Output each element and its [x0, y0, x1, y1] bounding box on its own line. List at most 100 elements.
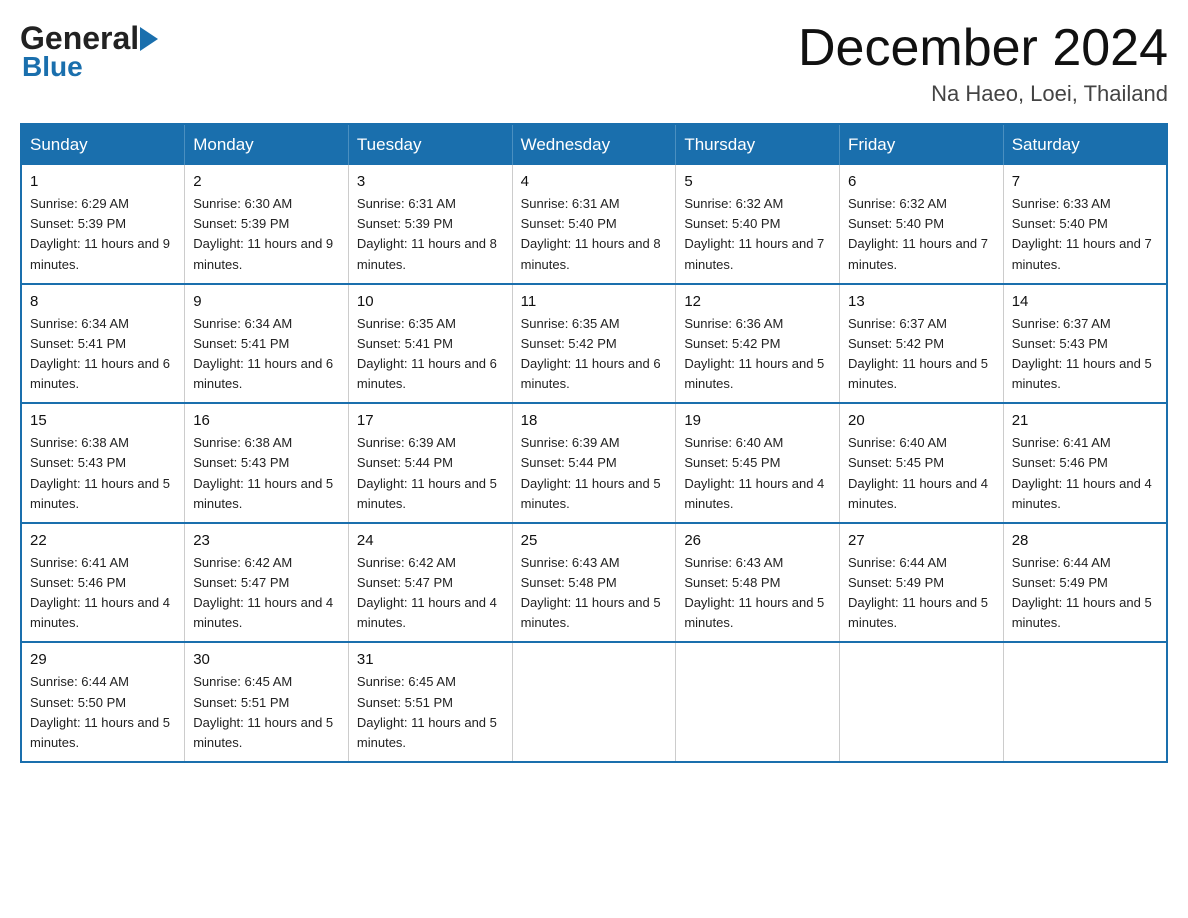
calendar-day-cell: 9 Sunrise: 6:34 AM Sunset: 5:41 PM Dayli…: [185, 284, 349, 404]
day-number: 15: [30, 412, 176, 429]
day-number: 3: [357, 173, 504, 190]
calendar-day-cell: 8 Sunrise: 6:34 AM Sunset: 5:41 PM Dayli…: [21, 284, 185, 404]
day-info: Sunrise: 6:30 AM Sunset: 5:39 PM Dayligh…: [193, 194, 340, 275]
calendar-day-cell: 14 Sunrise: 6:37 AM Sunset: 5:43 PM Dayl…: [1003, 284, 1167, 404]
day-info: Sunrise: 6:44 AM Sunset: 5:49 PM Dayligh…: [1012, 553, 1158, 634]
calendar-week-row: 15 Sunrise: 6:38 AM Sunset: 5:43 PM Dayl…: [21, 403, 1167, 523]
day-number: 29: [30, 651, 176, 668]
calendar-day-cell: 29 Sunrise: 6:44 AM Sunset: 5:50 PM Dayl…: [21, 642, 185, 762]
day-info: Sunrise: 6:36 AM Sunset: 5:42 PM Dayligh…: [684, 314, 831, 395]
calendar-day-cell: 13 Sunrise: 6:37 AM Sunset: 5:42 PM Dayl…: [840, 284, 1004, 404]
calendar-day-cell: 3 Sunrise: 6:31 AM Sunset: 5:39 PM Dayli…: [348, 165, 512, 284]
day-number: 1: [30, 173, 176, 190]
day-number: 22: [30, 532, 176, 549]
calendar-day-cell: 11 Sunrise: 6:35 AM Sunset: 5:42 PM Dayl…: [512, 284, 676, 404]
calendar-day-cell: 26 Sunrise: 6:43 AM Sunset: 5:48 PM Dayl…: [676, 523, 840, 643]
day-info: Sunrise: 6:42 AM Sunset: 5:47 PM Dayligh…: [357, 553, 504, 634]
day-info: Sunrise: 6:37 AM Sunset: 5:43 PM Dayligh…: [1012, 314, 1158, 395]
logo: General Blue: [20, 20, 161, 83]
day-number: 6: [848, 173, 995, 190]
calendar-table: SundayMondayTuesdayWednesdayThursdayFrid…: [20, 123, 1168, 763]
day-number: 9: [193, 293, 340, 310]
calendar-day-cell: 25 Sunrise: 6:43 AM Sunset: 5:48 PM Dayl…: [512, 523, 676, 643]
day-number: 24: [357, 532, 504, 549]
calendar-day-cell: 24 Sunrise: 6:42 AM Sunset: 5:47 PM Dayl…: [348, 523, 512, 643]
day-number: 19: [684, 412, 831, 429]
day-info: Sunrise: 6:39 AM Sunset: 5:44 PM Dayligh…: [357, 433, 504, 514]
day-info: Sunrise: 6:43 AM Sunset: 5:48 PM Dayligh…: [684, 553, 831, 634]
calendar-header-row: SundayMondayTuesdayWednesdayThursdayFrid…: [21, 124, 1167, 165]
day-number: 5: [684, 173, 831, 190]
calendar-week-row: 29 Sunrise: 6:44 AM Sunset: 5:50 PM Dayl…: [21, 642, 1167, 762]
day-info: Sunrise: 6:41 AM Sunset: 5:46 PM Dayligh…: [1012, 433, 1158, 514]
calendar-day-cell: 7 Sunrise: 6:33 AM Sunset: 5:40 PM Dayli…: [1003, 165, 1167, 284]
day-number: 2: [193, 173, 340, 190]
calendar-day-cell: 5 Sunrise: 6:32 AM Sunset: 5:40 PM Dayli…: [676, 165, 840, 284]
day-number: 18: [521, 412, 668, 429]
title-area: December 2024 Na Haeo, Loei, Thailand: [798, 20, 1168, 107]
calendar-day-cell: 15 Sunrise: 6:38 AM Sunset: 5:43 PM Dayl…: [21, 403, 185, 523]
day-of-week-header: Saturday: [1003, 124, 1167, 165]
day-info: Sunrise: 6:32 AM Sunset: 5:40 PM Dayligh…: [684, 194, 831, 275]
day-info: Sunrise: 6:44 AM Sunset: 5:50 PM Dayligh…: [30, 672, 176, 753]
day-number: 30: [193, 651, 340, 668]
calendar-day-cell: 23 Sunrise: 6:42 AM Sunset: 5:47 PM Dayl…: [185, 523, 349, 643]
day-number: 16: [193, 412, 340, 429]
day-info: Sunrise: 6:42 AM Sunset: 5:47 PM Dayligh…: [193, 553, 340, 634]
calendar-day-cell: 17 Sunrise: 6:39 AM Sunset: 5:44 PM Dayl…: [348, 403, 512, 523]
day-info: Sunrise: 6:38 AM Sunset: 5:43 PM Dayligh…: [193, 433, 340, 514]
day-info: Sunrise: 6:35 AM Sunset: 5:41 PM Dayligh…: [357, 314, 504, 395]
day-number: 7: [1012, 173, 1158, 190]
calendar-day-cell: 10 Sunrise: 6:35 AM Sunset: 5:41 PM Dayl…: [348, 284, 512, 404]
day-number: 27: [848, 532, 995, 549]
day-info: Sunrise: 6:45 AM Sunset: 5:51 PM Dayligh…: [193, 672, 340, 753]
day-info: Sunrise: 6:40 AM Sunset: 5:45 PM Dayligh…: [684, 433, 831, 514]
calendar-day-cell: [676, 642, 840, 762]
calendar-day-cell: 31 Sunrise: 6:45 AM Sunset: 5:51 PM Dayl…: [348, 642, 512, 762]
day-number: 10: [357, 293, 504, 310]
day-info: Sunrise: 6:40 AM Sunset: 5:45 PM Dayligh…: [848, 433, 995, 514]
calendar-week-row: 1 Sunrise: 6:29 AM Sunset: 5:39 PM Dayli…: [21, 165, 1167, 284]
day-info: Sunrise: 6:29 AM Sunset: 5:39 PM Dayligh…: [30, 194, 176, 275]
page-header: General Blue December 2024 Na Haeo, Loei…: [20, 20, 1168, 107]
calendar-day-cell: 19 Sunrise: 6:40 AM Sunset: 5:45 PM Dayl…: [676, 403, 840, 523]
day-number: 13: [848, 293, 995, 310]
day-of-week-header: Thursday: [676, 124, 840, 165]
calendar-day-cell: 28 Sunrise: 6:44 AM Sunset: 5:49 PM Dayl…: [1003, 523, 1167, 643]
calendar-day-cell: 4 Sunrise: 6:31 AM Sunset: 5:40 PM Dayli…: [512, 165, 676, 284]
day-info: Sunrise: 6:43 AM Sunset: 5:48 PM Dayligh…: [521, 553, 668, 634]
day-number: 21: [1012, 412, 1158, 429]
logo-triangle-icon: [140, 27, 158, 51]
day-info: Sunrise: 6:34 AM Sunset: 5:41 PM Dayligh…: [30, 314, 176, 395]
calendar-week-row: 22 Sunrise: 6:41 AM Sunset: 5:46 PM Dayl…: [21, 523, 1167, 643]
day-info: Sunrise: 6:41 AM Sunset: 5:46 PM Dayligh…: [30, 553, 176, 634]
day-number: 28: [1012, 532, 1158, 549]
day-number: 17: [357, 412, 504, 429]
calendar-day-cell: [840, 642, 1004, 762]
calendar-day-cell: 16 Sunrise: 6:38 AM Sunset: 5:43 PM Dayl…: [185, 403, 349, 523]
calendar-week-row: 8 Sunrise: 6:34 AM Sunset: 5:41 PM Dayli…: [21, 284, 1167, 404]
day-info: Sunrise: 6:45 AM Sunset: 5:51 PM Dayligh…: [357, 672, 504, 753]
day-info: Sunrise: 6:37 AM Sunset: 5:42 PM Dayligh…: [848, 314, 995, 395]
calendar-day-cell: 21 Sunrise: 6:41 AM Sunset: 5:46 PM Dayl…: [1003, 403, 1167, 523]
day-number: 20: [848, 412, 995, 429]
day-info: Sunrise: 6:33 AM Sunset: 5:40 PM Dayligh…: [1012, 194, 1158, 275]
day-of-week-header: Monday: [185, 124, 349, 165]
day-number: 25: [521, 532, 668, 549]
month-year-title: December 2024: [798, 20, 1168, 77]
day-of-week-header: Tuesday: [348, 124, 512, 165]
day-info: Sunrise: 6:44 AM Sunset: 5:49 PM Dayligh…: [848, 553, 995, 634]
calendar-day-cell: 27 Sunrise: 6:44 AM Sunset: 5:49 PM Dayl…: [840, 523, 1004, 643]
day-number: 12: [684, 293, 831, 310]
calendar-day-cell: 22 Sunrise: 6:41 AM Sunset: 5:46 PM Dayl…: [21, 523, 185, 643]
day-info: Sunrise: 6:34 AM Sunset: 5:41 PM Dayligh…: [193, 314, 340, 395]
day-number: 4: [521, 173, 668, 190]
calendar-day-cell: 12 Sunrise: 6:36 AM Sunset: 5:42 PM Dayl…: [676, 284, 840, 404]
calendar-day-cell: 30 Sunrise: 6:45 AM Sunset: 5:51 PM Dayl…: [185, 642, 349, 762]
day-info: Sunrise: 6:31 AM Sunset: 5:40 PM Dayligh…: [521, 194, 668, 275]
calendar-day-cell: 20 Sunrise: 6:40 AM Sunset: 5:45 PM Dayl…: [840, 403, 1004, 523]
day-info: Sunrise: 6:32 AM Sunset: 5:40 PM Dayligh…: [848, 194, 995, 275]
logo-blue-text: Blue: [22, 51, 161, 83]
day-info: Sunrise: 6:35 AM Sunset: 5:42 PM Dayligh…: [521, 314, 668, 395]
day-number: 8: [30, 293, 176, 310]
